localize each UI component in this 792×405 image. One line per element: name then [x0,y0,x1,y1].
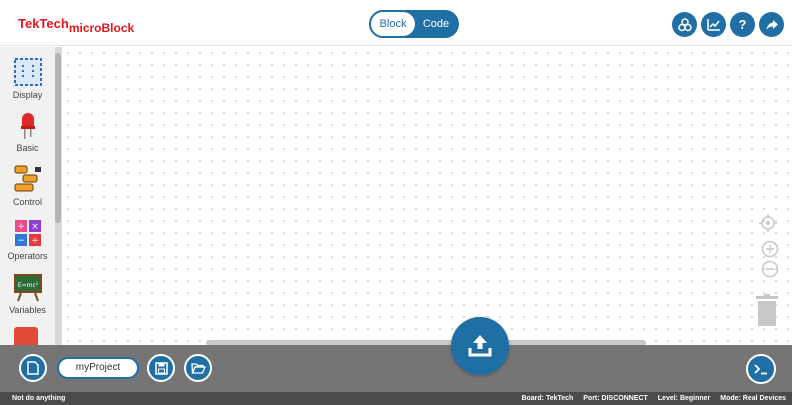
control-icon [14,165,41,192]
logo-main: TekTech [18,16,69,31]
share-icon [766,19,778,30]
variables-icon: E=mc² [13,274,42,302]
block-code-toggle[interactable]: Block Code [369,10,459,38]
status-port: Port: DISCONNECT [583,395,648,402]
category-label: Variables [9,305,46,315]
upload-button[interactable] [451,317,509,375]
save-icon [154,361,168,375]
category-control[interactable]: Control [0,164,55,207]
save-button[interactable] [147,354,175,382]
header: TekTechmicroBlock Block Code ? [0,0,792,46]
terminal-button[interactable] [746,354,776,384]
svg-text:E=mc²: E=mc² [17,282,38,289]
extensions-button[interactable] [672,12,697,37]
help-icon: ? [738,17,747,32]
status-level: Level: Beginner [657,395,711,402]
svg-text:÷: ÷ [31,236,39,246]
category-label: Display [12,90,43,100]
bottom-toolbar: myProject [0,345,792,392]
display-icon [13,58,42,86]
category-basic[interactable]: Basic [0,110,55,153]
category-sidebar[interactable]: Display Basic Control + × − ÷ Operators … [0,47,62,345]
category-label: Control [12,197,42,207]
zoom-out-icon[interactable] [761,260,779,278]
upload-icon [468,335,492,357]
category-variables[interactable]: E=mc² Variables [0,272,55,315]
chart-button[interactable] [701,12,726,37]
new-file-button[interactable] [19,354,47,382]
svg-text:×: × [31,222,39,232]
terminal-icon [754,364,767,375]
category-display[interactable]: Display [0,57,55,100]
led-icon [20,113,35,139]
logo-sub: microBlock [68,21,135,35]
recenter-icon[interactable] [759,214,777,232]
block-workspace[interactable] [62,47,792,344]
operators-icon: + × − ÷ [14,220,41,246]
category-more-icon[interactable] [14,327,38,345]
status-mode: Mode: Real Devices [720,395,786,402]
status-board: Board: TekTech [521,395,574,402]
category-operators[interactable]: + × − ÷ Operators [0,218,55,261]
project-name-input[interactable]: myProject [57,357,139,379]
chart-icon [706,18,720,31]
app-window: TekTechmicroBlock Block Code ? Display B… [0,0,792,405]
block-mode-button[interactable]: Block [371,12,415,36]
new-file-icon [27,361,39,375]
status-message: Not do anything [12,395,66,402]
trash-icon[interactable] [755,294,779,326]
open-folder-icon [190,362,206,374]
sidebar-scrollbar-thumb[interactable] [55,53,61,223]
share-button[interactable] [759,12,784,37]
category-label: Operators [7,251,48,261]
zoom-in-icon[interactable] [761,240,779,258]
open-folder-button[interactable] [184,354,212,382]
svg-text:+: + [17,222,25,232]
status-bar: Not do anything Board: TekTech Port: DIS… [0,392,792,405]
code-mode-button[interactable]: Code [415,12,457,36]
app-logo: TekTechmicroBlock [18,16,134,35]
svg-text:−: − [17,236,25,246]
extensions-icon [677,17,692,31]
help-button[interactable]: ? [730,12,755,37]
category-label: Basic [16,143,39,153]
